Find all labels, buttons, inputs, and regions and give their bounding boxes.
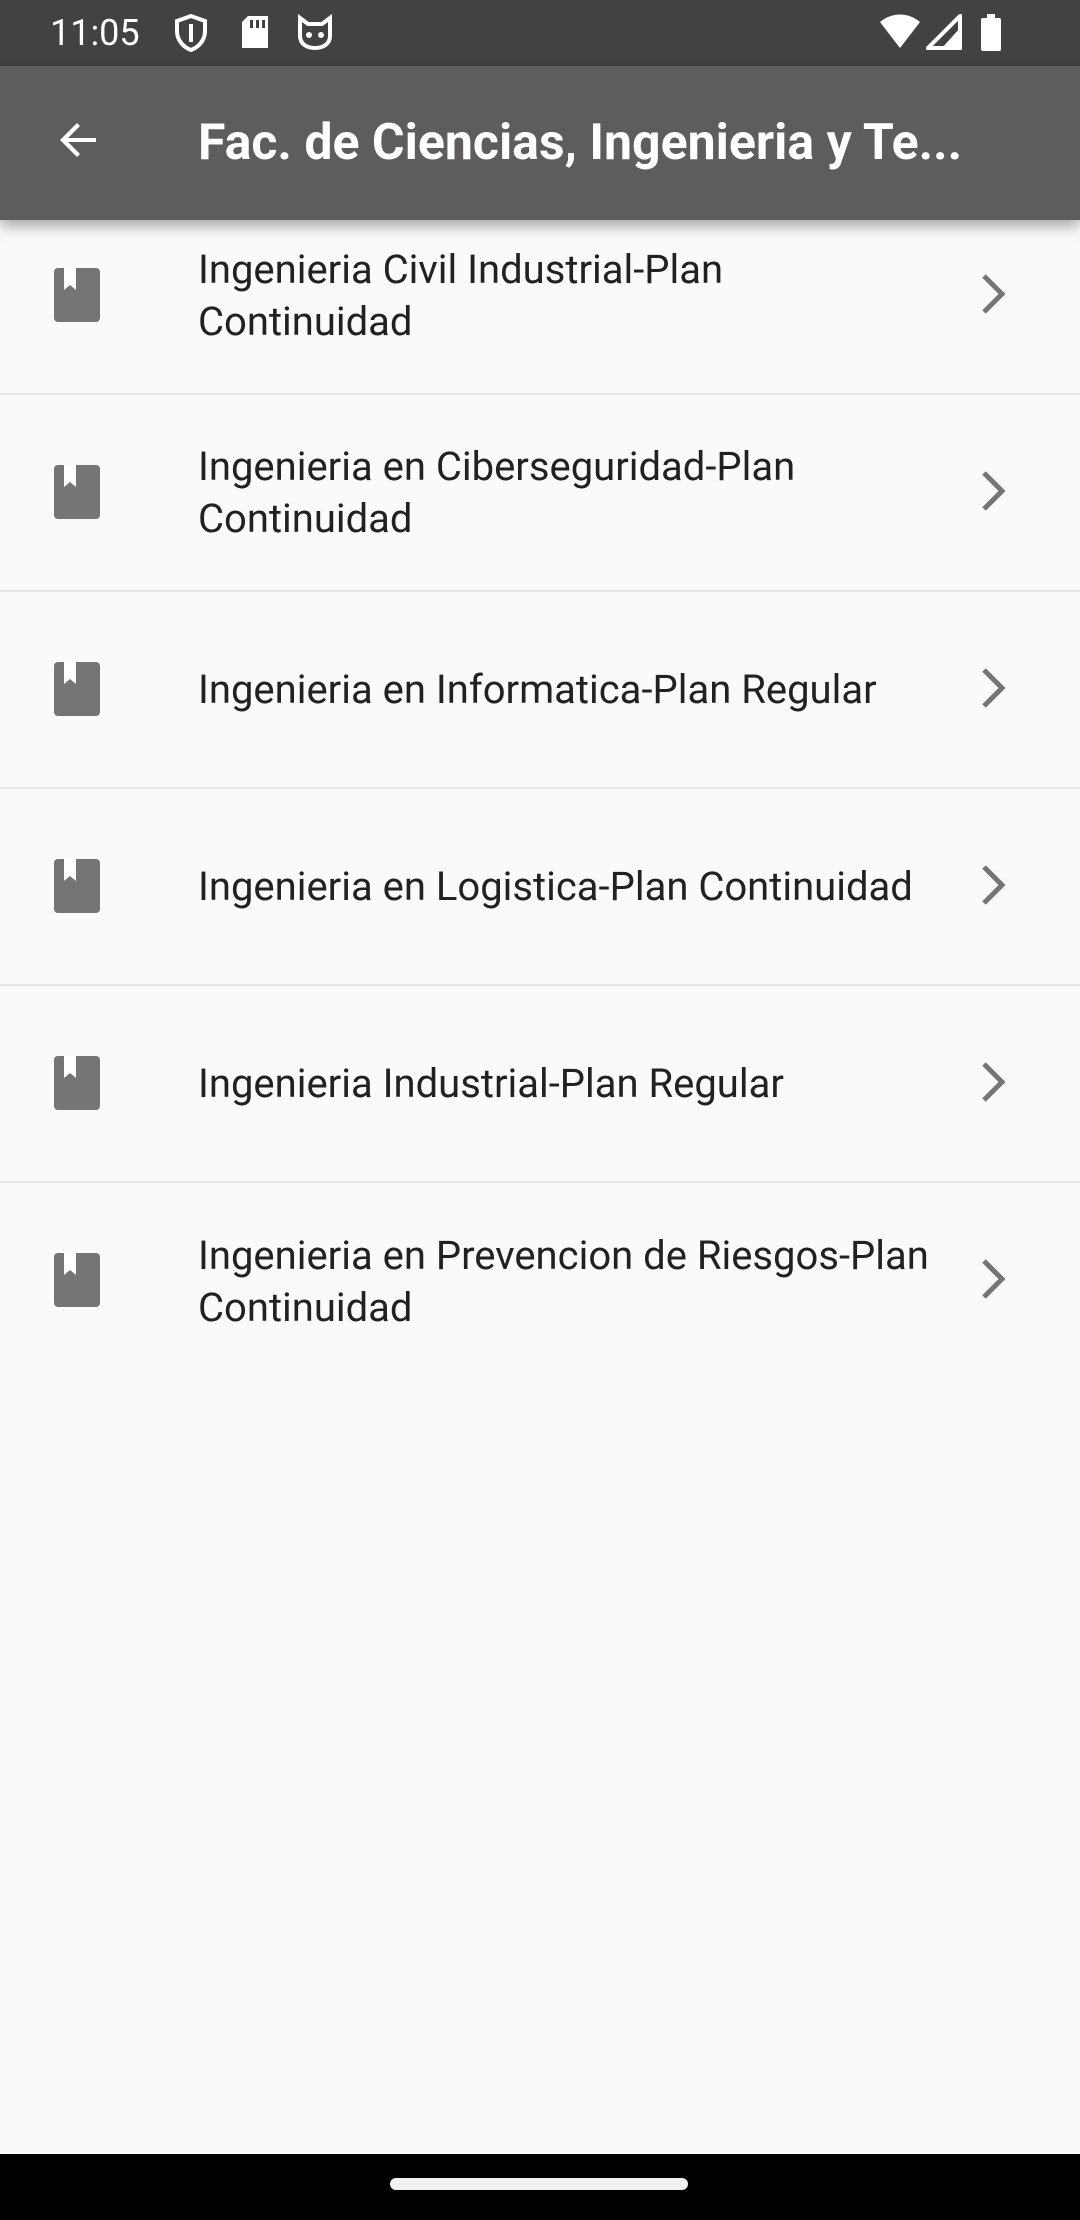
list-item-label: Ingenieria Civil Industrial-Plan Continu… [198, 245, 724, 345]
battery-icon [980, 14, 1002, 52]
sd-card-icon [240, 14, 270, 50]
signal-icon [926, 14, 962, 50]
chevron-right-icon [964, 463, 1020, 519]
chevron-right-icon [964, 1251, 1020, 1307]
chevron-right-icon [964, 266, 1020, 322]
chevron-right-icon [964, 1054, 1020, 1110]
list-item-label: Ingenieria en Informatica-Plan Regular [198, 665, 877, 713]
wifi-icon [878, 14, 922, 50]
book-icon [54, 268, 100, 322]
list-item[interactable]: Ingenieria en Logistica-Plan Continuidad [0, 789, 1080, 986]
book-icon [54, 662, 100, 716]
status-bar: 11:05 [0, 0, 1080, 66]
book-icon [54, 465, 100, 519]
list-item[interactable]: Ingenieria en Informatica-Plan Regular [0, 592, 1080, 789]
app-bar: Fac. de Ciencias, Ingenieria y Te... [0, 66, 1080, 220]
status-time: 11:05 [50, 12, 140, 54]
book-icon [54, 1056, 100, 1110]
shield-icon [174, 14, 208, 52]
list-item[interactable]: Ingenieria en Prevencion de Riesgos-Plan… [0, 1183, 1080, 1380]
list-item[interactable]: Ingenieria Civil Industrial-Plan Continu… [0, 198, 1080, 395]
program-list: Ingenieria Civil Industrial-Plan Continu… [0, 198, 1080, 1380]
chevron-right-icon [964, 857, 1020, 913]
list-item[interactable]: Ingenieria Industrial-Plan Regular [0, 986, 1080, 1183]
chevron-right-icon [964, 660, 1020, 716]
page-title: Fac. de Ciencias, Ingenieria y Te... [198, 114, 963, 172]
list-item-label: Ingenieria Industrial-Plan Regular [198, 1059, 784, 1107]
list-item-label: Ingenieria en Ciberseguridad-Plan Contin… [198, 442, 796, 542]
cat-icon [296, 14, 334, 50]
list-item[interactable]: Ingenieria en Ciberseguridad-Plan Contin… [0, 395, 1080, 592]
back-button[interactable] [34, 98, 122, 186]
app-screen: 11:05 Fac. de Ciencias, Ingenieria y Te.… [0, 0, 1080, 2220]
home-gesture-handle[interactable] [390, 2178, 688, 2190]
book-icon [54, 1253, 100, 1307]
list-item-label: Ingenieria en Prevencion de Riesgos-Plan… [198, 1231, 929, 1331]
arrow-back-icon [54, 116, 102, 168]
navigation-bar [0, 2154, 1080, 2220]
list-item-label: Ingenieria en Logistica-Plan Continuidad [198, 862, 913, 910]
book-icon [54, 859, 100, 913]
